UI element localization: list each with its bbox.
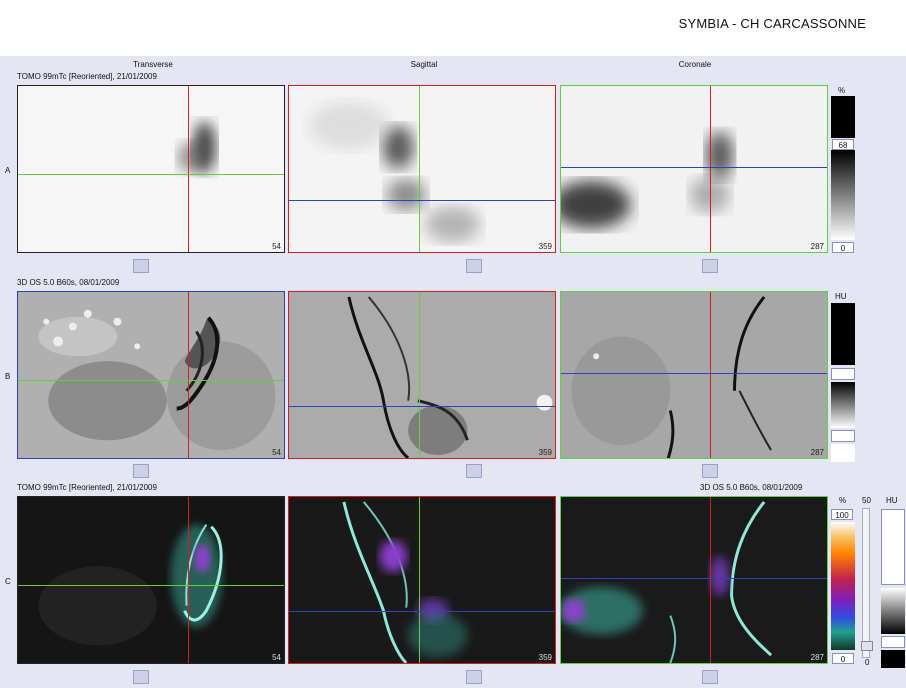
window-upper-input[interactable]: 68 [832,139,854,150]
fusion-lower-input[interactable]: 0 [832,653,854,664]
slice-number: 359 [538,653,552,662]
scroll-thumb[interactable] [133,464,149,478]
crosshair-vertical [419,86,420,252]
site-name: SYMBIA - CH CARCASSONNE [678,16,866,31]
slice-number: 54 [272,448,281,457]
slice-number: 287 [810,242,824,251]
scroll-thumb[interactable] [133,259,149,273]
crosshair-vertical [710,86,711,252]
scrollbar-a-coronal[interactable] [560,258,828,274]
viewport-b-sagittal[interactable]: 359 [288,291,556,459]
row-label-b: B [5,372,11,381]
viewport-a-sagittal[interactable]: 359 [288,85,556,253]
crosshair-horizontal [561,578,827,579]
column-title-coronal: Coronale [678,60,712,69]
colorbar-unit-b: HU [835,292,847,301]
ct-sagittal-image [289,292,555,458]
slice-number: 359 [538,242,552,251]
ct-coronal-image [561,292,827,458]
scrollbar-c-transverse[interactable] [17,669,285,685]
viewport-b-transverse[interactable]: 54 [17,291,285,459]
colorbar-unit-c-left: % [839,496,847,505]
scrollbar-a-sagittal[interactable] [288,258,556,274]
crosshair-horizontal [289,406,555,407]
viewport-b-coronal[interactable]: 287 [560,291,828,459]
blend-slider-min: 0 [865,658,870,667]
series-label-row-a: TOMO 99mTc [Reoriented], 21/01/2009 [17,72,157,81]
colorbar-unit-c-right: HU [886,496,898,505]
colorbar-b-bottom [831,444,855,462]
column-title-sagittal: Sagittal [410,60,438,69]
viewport-c-coronal[interactable]: 287 [560,496,828,664]
colorbar-a-gradient[interactable] [831,150,855,240]
spect-coronal-image [561,131,734,229]
fusion-transverse-image [18,497,284,663]
crosshair-vertical [419,292,420,458]
spect-transverse-image [177,121,217,173]
crosshair-vertical [419,497,420,663]
viewport-a-coronal[interactable]: 287 [560,85,828,253]
colorbar-mid-value: 50 [862,496,871,505]
crosshair-horizontal [18,174,284,175]
crosshair-vertical [188,86,189,252]
colorbar-c-hu-gradient[interactable] [881,588,905,634]
crosshair-vertical [188,292,189,458]
fusion-sagittal-image [289,497,555,663]
blend-slider-knob[interactable] [861,641,873,651]
crosshair-horizontal [18,585,284,586]
crosshair-vertical [710,292,711,458]
scrollbar-c-sagittal[interactable] [288,669,556,685]
viewport-a-transverse[interactable]: 54 [17,85,285,253]
row-label-c: C [5,577,11,586]
hu-lower-handle[interactable] [881,636,905,648]
scrollbar-b-coronal[interactable] [560,463,828,479]
scroll-thumb[interactable] [466,670,482,684]
crosshair-horizontal [289,611,555,612]
colorbar-c-petct[interactable] [831,522,855,650]
app-header: SYMBIA - CH CARCASSONNE [0,0,906,56]
colorbar-a-top [831,96,855,138]
slice-number: 287 [810,653,824,662]
scroll-thumb[interactable] [133,670,149,684]
scroll-thumb[interactable] [466,259,482,273]
scrollbar-b-sagittal[interactable] [288,463,556,479]
window-lower-input[interactable]: 0 [832,242,854,253]
slice-number: 287 [810,448,824,457]
crosshair-horizontal [561,167,827,168]
slice-number: 359 [538,448,552,457]
window-lower-handle[interactable] [831,430,855,442]
crosshair-horizontal [18,380,284,381]
colorbar-unit-a: % [838,86,846,95]
series-label-row-c-left: TOMO 99mTc [Reoriented], 21/01/2009 [17,483,157,492]
crosshair-horizontal [561,373,827,374]
colorbar-c-hu-top [881,509,905,585]
viewport-c-sagittal[interactable]: 359 [288,496,556,664]
scroll-thumb[interactable] [702,670,718,684]
colorbar-c-hu-bottom [881,650,905,668]
colorbar-b-gradient[interactable] [831,382,855,428]
window-upper-handle[interactable] [831,368,855,380]
scroll-thumb[interactable] [466,464,482,478]
fusion-coronal-image [561,497,827,663]
spect-sagittal-image [309,101,481,243]
colorbar-b-top [831,303,855,365]
crosshair-horizontal [289,200,555,201]
ct-transverse-image [18,292,284,458]
column-title-transverse: Transverse [133,60,173,69]
slice-number: 54 [272,242,281,251]
slice-number: 54 [272,653,281,662]
fusion-upper-input[interactable]: 100 [831,509,853,520]
viewport-c-transverse[interactable]: 54 [17,496,285,664]
scrollbar-a-transverse[interactable] [17,258,285,274]
scroll-thumb[interactable] [702,259,718,273]
fusion-blend-slider[interactable] [861,508,873,658]
scrollbar-c-coronal[interactable] [560,669,828,685]
series-label-row-c-right: 3D OS 5.0 B60s, 08/01/2009 [700,483,803,492]
row-label-a: A [5,166,11,175]
scrollbar-b-transverse[interactable] [17,463,285,479]
crosshair-vertical [710,497,711,663]
scroll-thumb[interactable] [702,464,718,478]
crosshair-vertical [188,497,189,663]
series-label-row-b: 3D OS 5.0 B60s, 08/01/2009 [17,278,120,287]
